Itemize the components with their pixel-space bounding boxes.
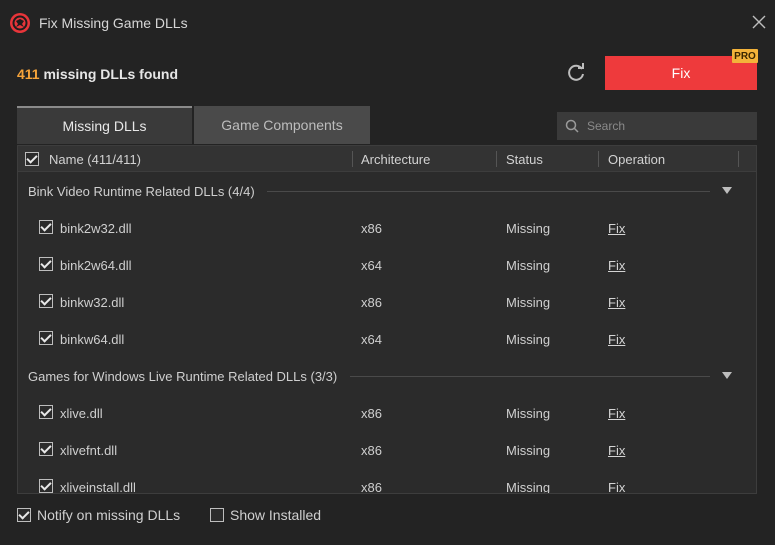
fix-link[interactable]: Fix: [608, 406, 625, 421]
search-icon: [565, 119, 579, 133]
row-checkbox[interactable]: [39, 479, 53, 493]
search-box[interactable]: [557, 112, 757, 140]
row-checkbox[interactable]: [39, 331, 53, 345]
column-separator: [352, 151, 353, 167]
missing-summary: 411 missing DLLs found: [17, 66, 178, 82]
row-checkbox[interactable]: [39, 257, 53, 271]
dll-status: Missing: [506, 221, 551, 236]
tab-missing-dlls[interactable]: Missing DLLs: [17, 106, 192, 144]
missing-summary-text: missing DLLs found: [43, 66, 179, 82]
table-row: bink2w64.dll x64 Missing Fix: [18, 246, 756, 283]
title-bar: Fix Missing Game DLLs: [0, 0, 775, 44]
pro-badge: PRO: [732, 49, 758, 63]
fix-link[interactable]: Fix: [608, 295, 625, 310]
search-input[interactable]: [587, 119, 747, 133]
close-icon[interactable]: [751, 14, 767, 30]
column-status[interactable]: Status: [506, 152, 543, 167]
dll-name: binkw64.dll: [60, 332, 125, 347]
dll-architecture: x86: [361, 406, 382, 421]
dll-architecture: x86: [361, 480, 382, 494]
dll-status: Missing: [506, 406, 551, 421]
dll-name: xliveinstall.dll: [60, 480, 136, 494]
group-header-gfwl: Games for Windows Live Runtime Related D…: [18, 358, 756, 394]
group-divider: [350, 376, 710, 377]
show-installed-option[interactable]: Show Installed: [210, 507, 321, 523]
table-row: xliveinstall.dll x86 Missing Fix: [18, 468, 756, 494]
dll-name: xlive.dll: [60, 406, 103, 421]
column-separator: [496, 151, 497, 167]
fix-link[interactable]: Fix: [608, 258, 625, 273]
show-installed-label: Show Installed: [230, 507, 322, 523]
dll-status: Missing: [506, 295, 551, 310]
dll-architecture: x86: [361, 221, 382, 236]
row-checkbox[interactable]: [39, 405, 53, 419]
notify-checkbox[interactable]: [17, 508, 31, 522]
dll-status: Missing: [506, 258, 551, 273]
column-separator: [738, 151, 739, 167]
table-row: xlive.dll x86 Missing Fix: [18, 394, 756, 431]
missing-count: 411: [17, 66, 40, 82]
group-label: Bink Video Runtime Related DLLs (4/4): [28, 184, 255, 199]
group-label: Games for Windows Live Runtime Related D…: [28, 369, 338, 384]
row-checkbox[interactable]: [39, 442, 53, 456]
column-operation[interactable]: Operation: [608, 152, 665, 167]
row-checkbox[interactable]: [39, 294, 53, 308]
column-name[interactable]: Name (411/411): [49, 152, 141, 167]
fix-link[interactable]: Fix: [608, 480, 625, 493]
show-installed-checkbox[interactable]: [210, 508, 224, 522]
column-separator: [598, 151, 599, 167]
fix-link[interactable]: Fix: [608, 443, 625, 458]
table-row: binkw64.dll x64 Missing Fix: [18, 320, 756, 357]
group-header-bink: Bink Video Runtime Related DLLs (4/4): [18, 173, 756, 209]
collapse-triangle-icon[interactable]: [722, 372, 732, 380]
group-divider: [267, 191, 710, 192]
column-architecture[interactable]: Architecture: [361, 152, 430, 167]
table-header: Name (411/411) Architecture Status Opera…: [18, 146, 756, 172]
app-logo-icon: [10, 13, 30, 33]
dll-architecture: x86: [361, 295, 382, 310]
dll-architecture: x64: [361, 258, 382, 273]
dll-status: Missing: [506, 443, 551, 458]
table-row: bink2w32.dll x86 Missing Fix: [18, 209, 756, 246]
dll-name: xlivefnt.dll: [60, 443, 118, 458]
refresh-icon[interactable]: [565, 62, 587, 84]
fix-link[interactable]: Fix: [608, 332, 625, 347]
dll-status: Missing: [506, 480, 551, 494]
select-all-checkbox[interactable]: [25, 152, 39, 166]
dll-table: Name (411/411) Architecture Status Opera…: [17, 145, 757, 494]
table-row: xlivefnt.dll x86 Missing Fix: [18, 431, 756, 468]
notify-label: Notify on missing DLLs: [37, 507, 181, 523]
collapse-triangle-icon[interactable]: [722, 187, 732, 195]
dll-architecture: x86: [361, 443, 382, 458]
notify-option[interactable]: Notify on missing DLLs: [17, 507, 180, 523]
dll-architecture: x64: [361, 332, 382, 347]
dll-status: Missing: [506, 332, 551, 347]
tab-game-components[interactable]: Game Components: [194, 106, 370, 144]
dll-name: binkw32.dll: [60, 295, 125, 310]
table-row: binkw32.dll x86 Missing Fix: [18, 283, 756, 320]
window-title: Fix Missing Game DLLs: [39, 15, 188, 31]
dll-name: bink2w32.dll: [60, 221, 132, 236]
row-checkbox[interactable]: [39, 220, 53, 234]
dll-name: bink2w64.dll: [60, 258, 132, 273]
fix-link[interactable]: Fix: [608, 221, 625, 236]
